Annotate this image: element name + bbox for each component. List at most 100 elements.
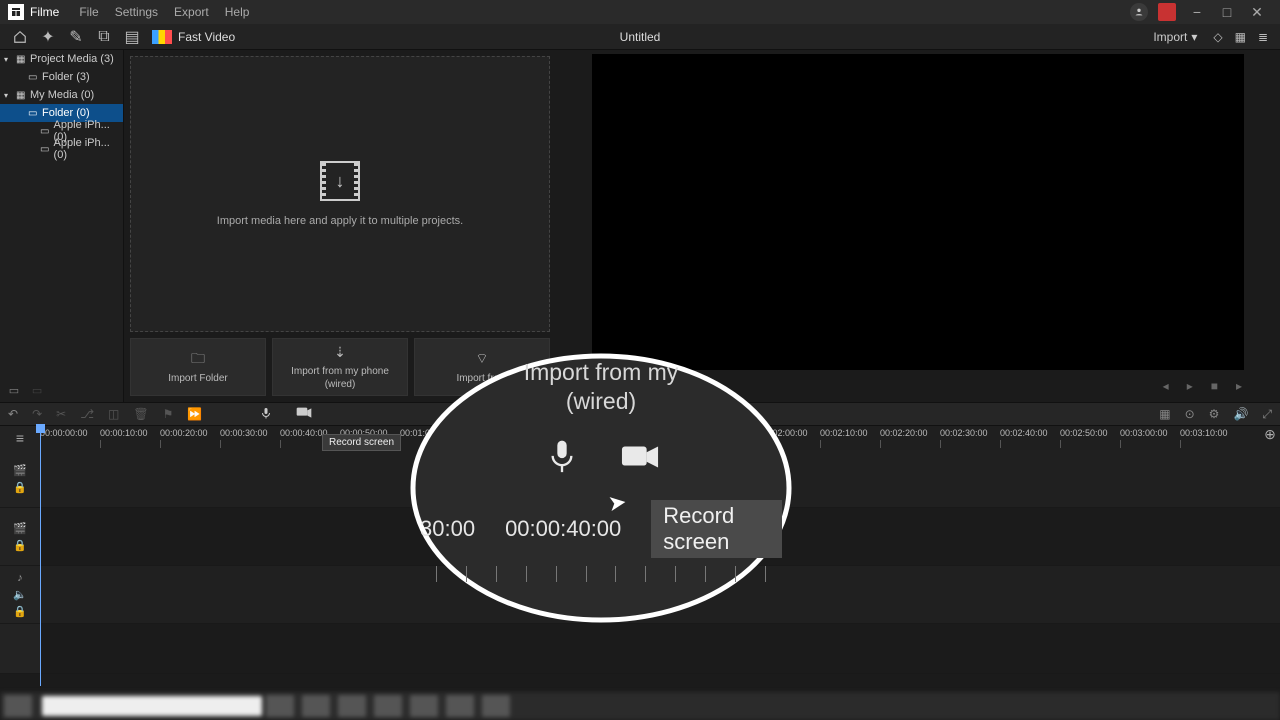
fast-video-label[interactable]: Fast Video	[178, 30, 235, 44]
tree-apple-2[interactable]: ▭ Apple iPh... (0)	[0, 140, 123, 158]
tree-label: My Media (0)	[30, 89, 94, 101]
zoom-fit-icon[interactable]: ⊙	[1185, 407, 1195, 421]
delete-icon[interactable]: 🗑	[133, 407, 148, 421]
ruler-tick: 00:03:10:00	[1180, 428, 1228, 438]
media-sidebar: ▾ ▦ Project Media (3) ▭ Folder (3) ▾ ▦ M…	[0, 50, 124, 402]
home-icon[interactable]	[6, 26, 34, 48]
callout-time-mid: 00:00:40:00	[505, 516, 621, 542]
taskbar-app-icon[interactable]	[266, 695, 294, 717]
window-maximize-icon[interactable]: □	[1212, 4, 1242, 20]
lock-icon[interactable]: 🔒	[13, 481, 27, 494]
account-icon[interactable]	[1130, 3, 1148, 21]
image-icon[interactable]: ▤	[118, 26, 146, 48]
track-header: 🎬 🔒	[0, 508, 40, 565]
camcorder-icon[interactable]	[621, 438, 659, 476]
window-minimize-icon[interactable]: −	[1182, 4, 1212, 20]
ruler-tick: 00:02:40:00	[1000, 428, 1048, 438]
folder-icon: ▭	[40, 144, 50, 155]
folder-icon: ▭	[28, 108, 38, 119]
playhead[interactable]	[40, 426, 41, 686]
undo-icon[interactable]: ↶	[8, 407, 18, 421]
tree-label: Folder (0)	[42, 107, 90, 119]
os-taskbar[interactable]	[0, 692, 1280, 720]
fast-video-icon[interactable]	[152, 30, 172, 44]
project-title: Untitled	[620, 30, 661, 44]
play-icon[interactable]: ▸	[1187, 379, 1193, 393]
taskbar-app-icon[interactable]	[374, 695, 402, 717]
cut-icon[interactable]: ✂	[56, 407, 66, 421]
import-phone-wired-card[interactable]: ⇣ Import from my phone (wired)	[272, 338, 408, 396]
window-close-icon[interactable]: ✕	[1242, 4, 1272, 21]
notification-icon[interactable]	[1158, 3, 1176, 21]
zoom-in-icon[interactable]: ⊕	[1264, 426, 1276, 443]
import-dropzone[interactable]: ↓ Import media here and apply it to mult…	[130, 56, 550, 332]
prev-frame-icon[interactable]: ◂	[1163, 379, 1169, 393]
toolbar: ✦ ✎ ⧉ ▤ Fast Video Import ▾ ◇ ▦ ≣ Untitl…	[0, 24, 1280, 50]
fullscreen-icon[interactable]: ⤢	[1262, 407, 1272, 422]
callout-record-tooltip: Record screen	[651, 500, 782, 558]
view-grid-icon[interactable]: ▦	[1235, 30, 1246, 44]
caret-down-icon: ▾	[4, 91, 12, 100]
taskbar-app-icon[interactable]	[338, 695, 366, 717]
track-menu-icon[interactable]: ≡	[16, 430, 24, 446]
menu-file[interactable]: File	[79, 5, 98, 19]
taskbar-search[interactable]	[42, 696, 262, 716]
media-icon: ▦	[16, 54, 26, 65]
card-label: Import from my phone	[291, 365, 389, 378]
preview-monitor	[592, 54, 1243, 370]
mic-record-icon[interactable]	[260, 406, 272, 423]
volume-icon[interactable]: 🔊	[1233, 407, 1248, 421]
card-label: Import Folder	[168, 372, 227, 385]
taskbar-app-icon[interactable]	[302, 695, 330, 717]
start-icon[interactable]	[4, 695, 32, 717]
folder-icon: ▭	[28, 72, 38, 83]
ruler-tick: 00:02:20:00	[880, 428, 928, 438]
ruler-tick: 00:02:50:00	[1060, 428, 1108, 438]
lock-icon[interactable]: 🔒	[13, 539, 27, 552]
import-dropdown[interactable]: Import ▾	[1153, 30, 1197, 44]
mic-icon[interactable]	[543, 438, 581, 476]
spacer-track	[0, 624, 1280, 674]
add-folder-icon[interactable]: ▭	[4, 382, 24, 398]
ruler-tick: 00:00:00:00	[40, 428, 88, 438]
tree-project-media[interactable]: ▾ ▦ Project Media (3)	[0, 50, 123, 68]
menu-settings[interactable]: Settings	[115, 5, 158, 19]
screen-record-icon[interactable]	[296, 407, 312, 422]
taskbar-app-icon[interactable]	[446, 695, 474, 717]
view-list-icon[interactable]: ≣	[1258, 30, 1268, 44]
split-icon[interactable]: ⎇	[80, 407, 94, 421]
settings-icon[interactable]: ⚙	[1209, 407, 1220, 421]
tree-folder-1[interactable]: ▭ Folder (3)	[0, 68, 123, 86]
marker-icon[interactable]: ⚑	[163, 407, 174, 421]
wand-icon[interactable]: ✦	[34, 26, 62, 48]
tree-my-media[interactable]: ▾ ▦ My Media (0)	[0, 86, 123, 104]
app-name: Filme	[30, 5, 59, 19]
tree-label: Folder (3)	[42, 71, 90, 83]
taskbar-app-icon[interactable]	[482, 695, 510, 717]
card-label: (wired)	[325, 378, 356, 391]
redo-icon[interactable]: ↷	[32, 407, 42, 421]
crop-icon[interactable]: ◫	[108, 407, 119, 421]
next-frame-icon[interactable]: ▸	[1236, 379, 1242, 393]
lock-icon[interactable]: 🔒	[13, 605, 27, 618]
video-track-icon[interactable]: 🎬	[13, 464, 27, 477]
import-label: Import	[1153, 30, 1187, 44]
snap-icon[interactable]: ▦	[1159, 407, 1170, 421]
view-thumb-icon[interactable]: ◇	[1213, 30, 1222, 44]
ruler-tick: 00:00:20:00	[160, 428, 208, 438]
edit-icon[interactable]: ✎	[62, 26, 90, 48]
video-track-icon[interactable]: 🎬	[13, 522, 27, 535]
menu-export[interactable]: Export	[174, 5, 209, 19]
speed-icon[interactable]: ⏩	[187, 407, 202, 421]
audio-track-icon[interactable]: ♪	[17, 572, 23, 584]
stop-icon[interactable]: ■	[1211, 379, 1218, 393]
import-folder-card[interactable]: 🗀 Import Folder	[130, 338, 266, 396]
taskbar-app-icon[interactable]	[410, 695, 438, 717]
ruler-tick: 00:02:10:00	[820, 428, 868, 438]
collapse-icon[interactable]: ▭	[27, 382, 47, 398]
menu-help[interactable]: Help	[225, 5, 250, 19]
copy-icon[interactable]: ⧉	[90, 26, 118, 48]
cursor-icon: ➤	[606, 489, 628, 517]
phone-wired-icon: ⇣	[334, 343, 346, 361]
mute-icon[interactable]: 🔈	[13, 588, 27, 601]
